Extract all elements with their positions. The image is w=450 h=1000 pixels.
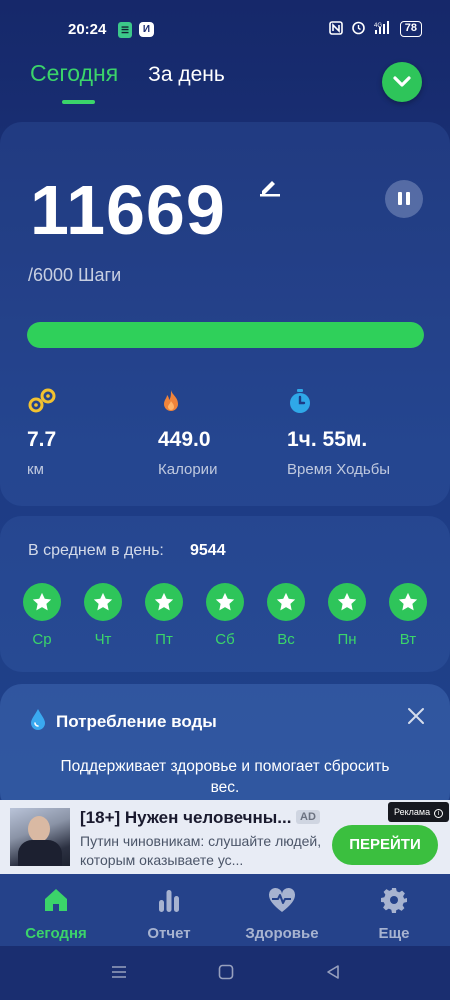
back-icon[interactable] [325,964,341,980]
menu-icon[interactable] [110,964,128,980]
ad-badge: AD [296,810,320,824]
nav-label: Здоровье [245,925,319,942]
nav-item-health[interactable]: Здоровье [232,874,332,942]
ad-image[interactable] [10,808,70,866]
stat-distance: 7.7 км [27,388,57,478]
heart-pulse-icon [268,887,296,912]
system-nav-bar [0,946,450,1000]
day-item[interactable]: Ср [23,583,61,648]
ad-text[interactable]: Путин чиновникам: слушайте людей, которы… [80,832,325,870]
day-item[interactable]: Пт [145,583,183,648]
day-label: Пн [337,631,357,648]
calories-value: 449.0 [158,428,211,451]
steps-progress-fill [27,322,424,348]
distance-value: 7.7 [27,428,57,451]
pause-icon [398,192,402,205]
day-label: Сб [215,631,235,648]
bottom-nav: Сегодня Отчет Здоровье Еще [0,874,450,946]
alarm-icon [351,20,366,38]
star-icon [84,583,122,621]
day-label: Вс [277,631,295,648]
star-icon [267,583,305,621]
average-label: В среднем в день: [28,542,164,559]
status-icons: 4G 78 [328,20,422,38]
water-title: Потребление воды [56,712,217,731]
tab-today[interactable]: Сегодня [30,60,118,87]
pause-button[interactable] [385,180,423,218]
gear-icon [381,888,407,913]
nav-item-report[interactable]: Отчет [119,874,219,942]
steps-goal: /6000 Шаги [28,265,122,285]
close-icon[interactable] [406,706,426,726]
day-label: Чт [94,631,112,648]
stopwatch-icon [290,389,310,413]
distance-label: км [27,461,44,478]
day-label: Ср [32,631,52,648]
walk-time-value: 1ч. 55м. [287,428,368,451]
nav-label: Отчет [147,925,191,942]
bar-chart-icon [159,890,179,912]
stat-calories: 449.0 Калории [158,388,217,478]
active-tab-indicator [62,100,95,104]
stat-walk-time: 1ч. 55м. Время Ходьбы [287,388,390,478]
star-icon [145,583,183,621]
day-label: Пт [155,631,173,648]
status-bar: 20:24 ☰ И 4G 78 [0,0,450,60]
day-item[interactable]: Пн [328,583,366,648]
day-item[interactable]: Чт [84,583,122,648]
nfc-icon [328,20,343,38]
info-icon: i [434,809,444,818]
average-value: 9544 [190,542,226,559]
fire-icon [164,390,178,411]
star-icon [389,583,427,621]
water-description: Поддерживает здоровье и помогает сбросит… [60,758,390,796]
distance-icon [28,388,56,413]
day-item[interactable]: Вс [267,583,305,648]
app-notification-icon-2: И [139,22,154,37]
svg-text:4G: 4G [374,23,382,29]
home-button-icon[interactable] [218,964,234,980]
nav-item-today[interactable]: Сегодня [6,874,106,942]
walk-time-label: Время Ходьбы [287,461,391,478]
header-tabs: Сегодня За день [30,60,225,87]
day-item[interactable]: Вт [389,583,427,648]
nav-item-more[interactable]: Еще [344,874,444,942]
signal-icon: 4G [374,20,392,38]
status-time: 20:24 [68,21,107,38]
star-icon [206,583,244,621]
day-label: Вт [399,631,417,648]
ad-mark[interactable]: Реклама i [388,802,450,822]
battery-indicator: 78 [399,21,422,37]
edit-icon[interactable] [258,174,282,203]
star-icon [23,583,61,621]
dropdown-button[interactable] [382,62,422,102]
app-notification-icon: ☰ [118,22,132,38]
home-icon [45,889,67,911]
ad-cta-button[interactable]: ПЕРЕЙТИ [332,825,438,865]
tab-per-day[interactable]: За день [148,63,225,87]
day-item[interactable]: Сб [206,583,244,648]
steps-progress-bar [27,322,424,348]
ad-title[interactable]: [18+] Нужен человечны... [80,808,291,828]
nav-label: Сегодня [25,925,87,942]
star-icon [328,583,366,621]
calories-label: Калории [158,461,218,478]
chevron-down-icon [393,76,411,87]
water-drop-icon [31,709,45,730]
nav-label: Еще [378,925,410,942]
steps-count: 11669 [30,171,226,249]
